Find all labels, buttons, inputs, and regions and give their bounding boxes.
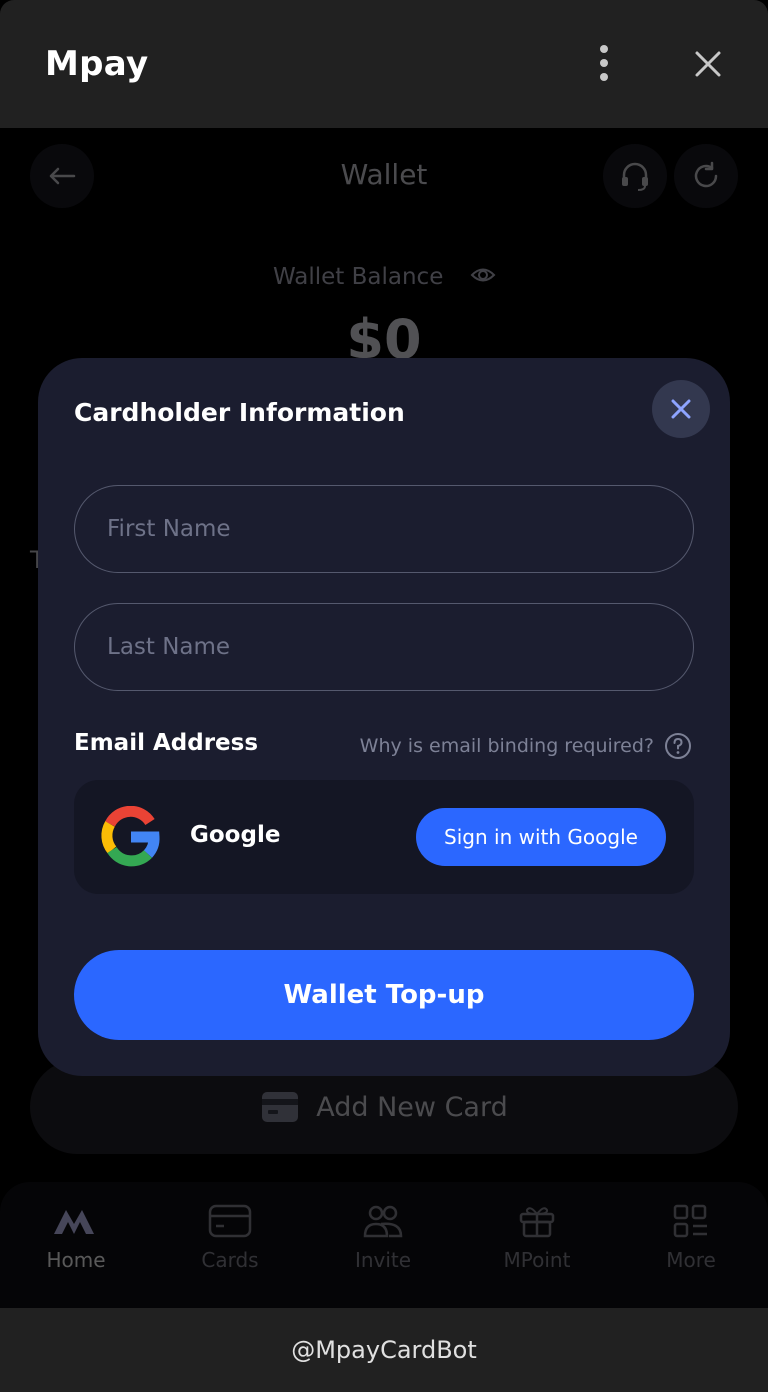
- users-icon: [363, 1205, 403, 1238]
- cardholder-info-modal: Cardholder Information Email Address Why…: [38, 358, 730, 1076]
- window-footer: @MpayCardBot: [0, 1308, 768, 1392]
- close-icon: [671, 399, 691, 419]
- mpay-logo-icon: [54, 1210, 94, 1234]
- toggle-balance-button[interactable]: [470, 264, 496, 290]
- modal-title: Cardholder Information: [74, 398, 405, 427]
- bottom-navigation: Home Cards Invite MPoint More: [0, 1182, 768, 1308]
- nav-label-more: More: [666, 1248, 716, 1272]
- google-logo-icon: [101, 806, 160, 867]
- email-help-text: Why is email binding required?: [359, 735, 654, 757]
- app-title: Mpay: [45, 44, 149, 84]
- email-help-link[interactable]: Why is email binding required?: [360, 732, 692, 760]
- google-label: Google: [190, 822, 281, 848]
- close-icon: [695, 51, 721, 77]
- nav-item-mpoint[interactable]: MPoint: [477, 1204, 597, 1272]
- support-button[interactable]: [603, 144, 667, 208]
- window-titlebar: Mpay: [0, 0, 768, 128]
- balance-label: Wallet Balance: [273, 264, 444, 290]
- card-icon: [262, 1092, 299, 1122]
- nav-item-more[interactable]: More: [631, 1204, 751, 1272]
- nav-label-invite: Invite: [354, 1248, 412, 1272]
- gift-icon: [519, 1207, 555, 1238]
- eye-icon: [470, 268, 496, 282]
- nav-item-home[interactable]: Home: [16, 1204, 136, 1272]
- bot-handle: @MpayCardBot: [291, 1336, 477, 1364]
- headset-icon: [622, 162, 648, 191]
- vertical-dots-icon: [600, 45, 608, 81]
- google-signin-panel: Google Sign in with Google: [74, 780, 694, 894]
- add-card-label: Add New Card: [316, 1091, 508, 1123]
- wallet-topup-button[interactable]: Wallet Top-up: [74, 950, 694, 1040]
- refresh-icon: [694, 161, 718, 188]
- nav-label-mpoint: MPoint: [503, 1248, 571, 1272]
- nav-label-home: Home: [46, 1248, 106, 1272]
- refresh-button[interactable]: [674, 144, 738, 208]
- question-circle-icon: [665, 733, 691, 759]
- last-name-input[interactable]: [74, 603, 694, 691]
- window-close-button[interactable]: [690, 46, 726, 82]
- grid-icon: [673, 1204, 707, 1238]
- nav-item-cards[interactable]: Cards: [170, 1204, 290, 1272]
- more-options-button[interactable]: [588, 44, 620, 84]
- nav-item-invite[interactable]: Invite: [323, 1204, 443, 1272]
- card-icon: [208, 1204, 252, 1238]
- modal-close-button[interactable]: [652, 380, 710, 438]
- email-address-label: Email Address: [74, 730, 259, 756]
- first-name-input[interactable]: [74, 485, 694, 573]
- nav-label-cards: Cards: [201, 1248, 259, 1272]
- google-signin-button[interactable]: Sign in with Google: [416, 808, 666, 866]
